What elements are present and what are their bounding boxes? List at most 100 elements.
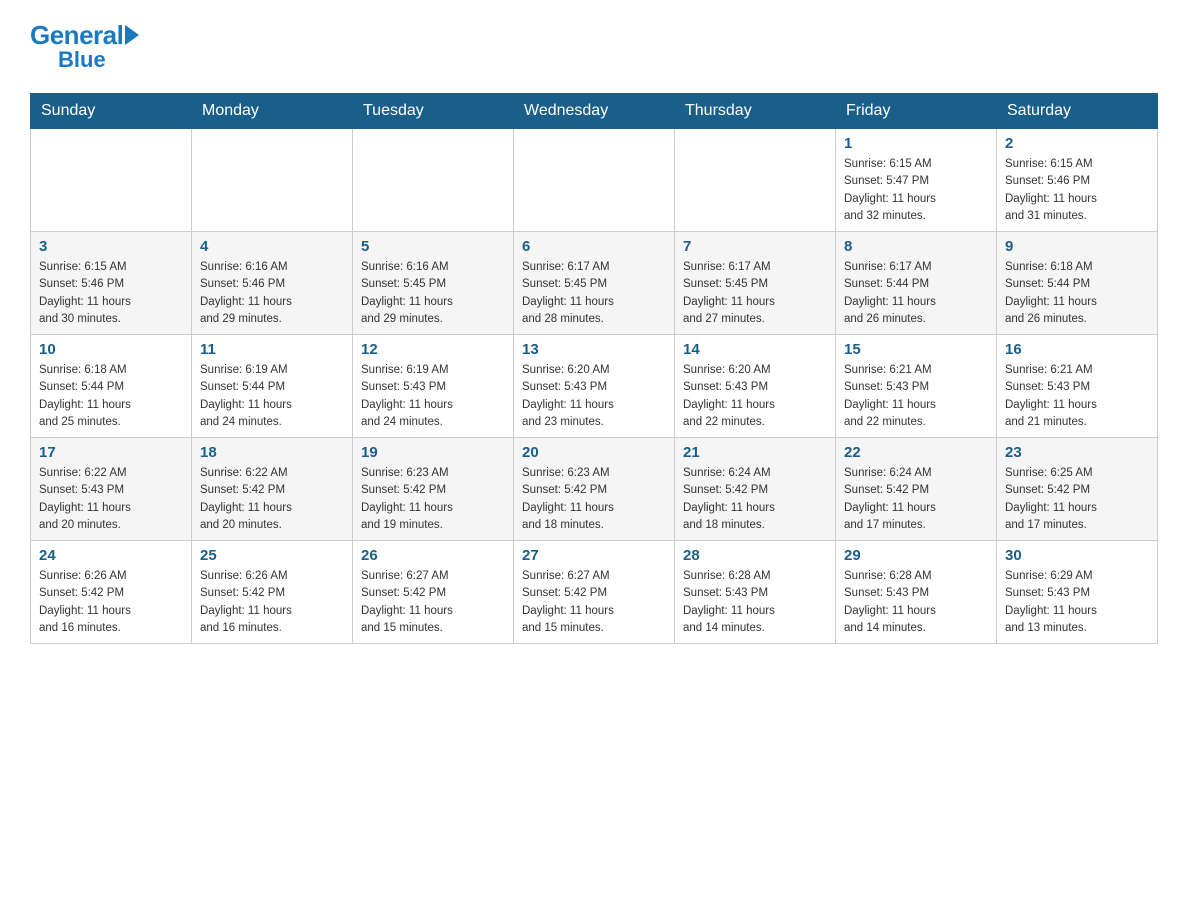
day-number: 11 <box>200 341 344 358</box>
day-info: Sunrise: 6:15 AM Sunset: 5:47 PM Dayligh… <box>844 156 988 225</box>
calendar-cell: 6 Sunrise: 6:17 AM Sunset: 5:45 PM Daylig… <box>514 232 675 335</box>
calendar-cell: 11 Sunrise: 6:19 AM Sunset: 5:44 PM Dayli… <box>192 335 353 438</box>
logo: General Blue <box>30 20 139 73</box>
weekday-header-monday: Monday <box>192 94 353 129</box>
day-info: Sunrise: 6:20 AM Sunset: 5:43 PM Dayligh… <box>522 362 666 431</box>
calendar-cell: 10 Sunrise: 6:18 AM Sunset: 5:44 PM Dayli… <box>31 335 192 438</box>
logo-arrow-icon <box>125 25 139 45</box>
weekday-header-sunday: Sunday <box>31 94 192 129</box>
day-number: 21 <box>683 444 827 461</box>
weekday-header-thursday: Thursday <box>675 94 836 129</box>
day-info: Sunrise: 6:18 AM Sunset: 5:44 PM Dayligh… <box>1005 259 1149 328</box>
calendar-week-row: 3 Sunrise: 6:15 AM Sunset: 5:46 PM Daylig… <box>31 232 1158 335</box>
day-info: Sunrise: 6:16 AM Sunset: 5:46 PM Dayligh… <box>200 259 344 328</box>
calendar-cell: 7 Sunrise: 6:17 AM Sunset: 5:45 PM Daylig… <box>675 232 836 335</box>
day-info: Sunrise: 6:22 AM Sunset: 5:42 PM Dayligh… <box>200 465 344 534</box>
weekday-header-tuesday: Tuesday <box>353 94 514 129</box>
calendar-cell: 27 Sunrise: 6:27 AM Sunset: 5:42 PM Dayli… <box>514 541 675 644</box>
day-info: Sunrise: 6:24 AM Sunset: 5:42 PM Dayligh… <box>844 465 988 534</box>
day-info: Sunrise: 6:18 AM Sunset: 5:44 PM Dayligh… <box>39 362 183 431</box>
calendar-cell: 24Sunrise: 6:26 AM Sunset: 5:42 PM Dayli… <box>31 541 192 644</box>
calendar-cell: 23 Sunrise: 6:25 AM Sunset: 5:42 PM Dayli… <box>997 438 1158 541</box>
day-number: 12 <box>361 341 505 358</box>
day-info: Sunrise: 6:25 AM Sunset: 5:42 PM Dayligh… <box>1005 465 1149 534</box>
calendar-cell: 20Sunrise: 6:23 AM Sunset: 5:42 PM Dayli… <box>514 438 675 541</box>
day-info: Sunrise: 6:24 AM Sunset: 5:42 PM Dayligh… <box>683 465 827 534</box>
calendar-cell <box>192 129 353 232</box>
weekday-header-wednesday: Wednesday <box>514 94 675 129</box>
day-number: 19 <box>361 444 505 461</box>
day-number: 28 <box>683 547 827 564</box>
day-info: Sunrise: 6:26 AM Sunset: 5:42 PM Dayligh… <box>200 568 344 637</box>
day-info: Sunrise: 6:29 AM Sunset: 5:43 PM Dayligh… <box>1005 568 1149 637</box>
day-info: Sunrise: 6:27 AM Sunset: 5:42 PM Dayligh… <box>361 568 505 637</box>
page-header: General Blue <box>30 20 1158 73</box>
day-number: 26 <box>361 547 505 564</box>
calendar-cell: 22 Sunrise: 6:24 AM Sunset: 5:42 PM Dayli… <box>836 438 997 541</box>
calendar-cell: 15 Sunrise: 6:21 AM Sunset: 5:43 PM Dayli… <box>836 335 997 438</box>
day-number: 16 <box>1005 341 1149 358</box>
day-number: 30 <box>1005 547 1149 564</box>
day-info: Sunrise: 6:27 AM Sunset: 5:42 PM Dayligh… <box>522 568 666 637</box>
day-number: 8 <box>844 238 988 255</box>
day-info: Sunrise: 6:21 AM Sunset: 5:43 PM Dayligh… <box>844 362 988 431</box>
day-number: 24 <box>39 547 183 564</box>
weekday-header-row: SundayMondayTuesdayWednesdayThursdayFrid… <box>31 94 1158 129</box>
calendar-cell: 30 Sunrise: 6:29 AM Sunset: 5:43 PM Dayli… <box>997 541 1158 644</box>
calendar-cell <box>31 129 192 232</box>
day-number: 29 <box>844 547 988 564</box>
calendar-cell <box>514 129 675 232</box>
calendar-cell: 26 Sunrise: 6:27 AM Sunset: 5:42 PM Dayli… <box>353 541 514 644</box>
day-info: Sunrise: 6:20 AM Sunset: 5:43 PM Dayligh… <box>683 362 827 431</box>
calendar-cell: 5 Sunrise: 6:16 AM Sunset: 5:45 PM Daylig… <box>353 232 514 335</box>
day-number: 18 <box>200 444 344 461</box>
calendar-cell: 17Sunrise: 6:22 AM Sunset: 5:43 PM Dayli… <box>31 438 192 541</box>
day-info: Sunrise: 6:28 AM Sunset: 5:43 PM Dayligh… <box>844 568 988 637</box>
calendar-cell: 9Sunrise: 6:18 AM Sunset: 5:44 PM Daylig… <box>997 232 1158 335</box>
calendar-table: SundayMondayTuesdayWednesdayThursdayFrid… <box>30 93 1158 644</box>
day-number: 4 <box>200 238 344 255</box>
day-info: Sunrise: 6:15 AM Sunset: 5:46 PM Dayligh… <box>1005 156 1149 225</box>
calendar-cell: 18 Sunrise: 6:22 AM Sunset: 5:42 PM Dayli… <box>192 438 353 541</box>
day-info: Sunrise: 6:28 AM Sunset: 5:43 PM Dayligh… <box>683 568 827 637</box>
day-info: Sunrise: 6:15 AM Sunset: 5:46 PM Dayligh… <box>39 259 183 328</box>
day-number: 15 <box>844 341 988 358</box>
day-number: 1 <box>844 135 988 152</box>
weekday-header-saturday: Saturday <box>997 94 1158 129</box>
calendar-cell: 25Sunrise: 6:26 AM Sunset: 5:42 PM Dayli… <box>192 541 353 644</box>
calendar-cell: 16 Sunrise: 6:21 AM Sunset: 5:43 PM Dayli… <box>997 335 1158 438</box>
day-number: 13 <box>522 341 666 358</box>
calendar-week-row: 10 Sunrise: 6:18 AM Sunset: 5:44 PM Dayli… <box>31 335 1158 438</box>
day-number: 3 <box>39 238 183 255</box>
calendar-cell: 28 Sunrise: 6:28 AM Sunset: 5:43 PM Dayli… <box>675 541 836 644</box>
calendar-cell: 13 Sunrise: 6:20 AM Sunset: 5:43 PM Dayli… <box>514 335 675 438</box>
calendar-cell: 4 Sunrise: 6:16 AM Sunset: 5:46 PM Daylig… <box>192 232 353 335</box>
calendar-cell: 12 Sunrise: 6:19 AM Sunset: 5:43 PM Dayli… <box>353 335 514 438</box>
logo-general-text: General <box>30 20 123 50</box>
day-number: 6 <box>522 238 666 255</box>
day-number: 17 <box>39 444 183 461</box>
calendar-cell: 8 Sunrise: 6:17 AM Sunset: 5:44 PM Daylig… <box>836 232 997 335</box>
day-info: Sunrise: 6:17 AM Sunset: 5:45 PM Dayligh… <box>683 259 827 328</box>
weekday-header-friday: Friday <box>836 94 997 129</box>
day-number: 27 <box>522 547 666 564</box>
logo-blue-text: Blue <box>58 47 106 73</box>
day-info: Sunrise: 6:19 AM Sunset: 5:43 PM Dayligh… <box>361 362 505 431</box>
day-number: 10 <box>39 341 183 358</box>
day-info: Sunrise: 6:17 AM Sunset: 5:44 PM Dayligh… <box>844 259 988 328</box>
calendar-cell: 14Sunrise: 6:20 AM Sunset: 5:43 PM Dayli… <box>675 335 836 438</box>
calendar-cell: 21 Sunrise: 6:24 AM Sunset: 5:42 PM Dayli… <box>675 438 836 541</box>
calendar-cell: 29 Sunrise: 6:28 AM Sunset: 5:43 PM Dayli… <box>836 541 997 644</box>
calendar-week-row: 1 Sunrise: 6:15 AM Sunset: 5:47 PM Daylig… <box>31 129 1158 232</box>
day-number: 5 <box>361 238 505 255</box>
day-number: 22 <box>844 444 988 461</box>
day-info: Sunrise: 6:19 AM Sunset: 5:44 PM Dayligh… <box>200 362 344 431</box>
day-info: Sunrise: 6:16 AM Sunset: 5:45 PM Dayligh… <box>361 259 505 328</box>
day-info: Sunrise: 6:23 AM Sunset: 5:42 PM Dayligh… <box>522 465 666 534</box>
day-number: 7 <box>683 238 827 255</box>
day-info: Sunrise: 6:17 AM Sunset: 5:45 PM Dayligh… <box>522 259 666 328</box>
calendar-cell: 19 Sunrise: 6:23 AM Sunset: 5:42 PM Dayli… <box>353 438 514 541</box>
day-number: 23 <box>1005 444 1149 461</box>
day-info: Sunrise: 6:21 AM Sunset: 5:43 PM Dayligh… <box>1005 362 1149 431</box>
day-info: Sunrise: 6:23 AM Sunset: 5:42 PM Dayligh… <box>361 465 505 534</box>
